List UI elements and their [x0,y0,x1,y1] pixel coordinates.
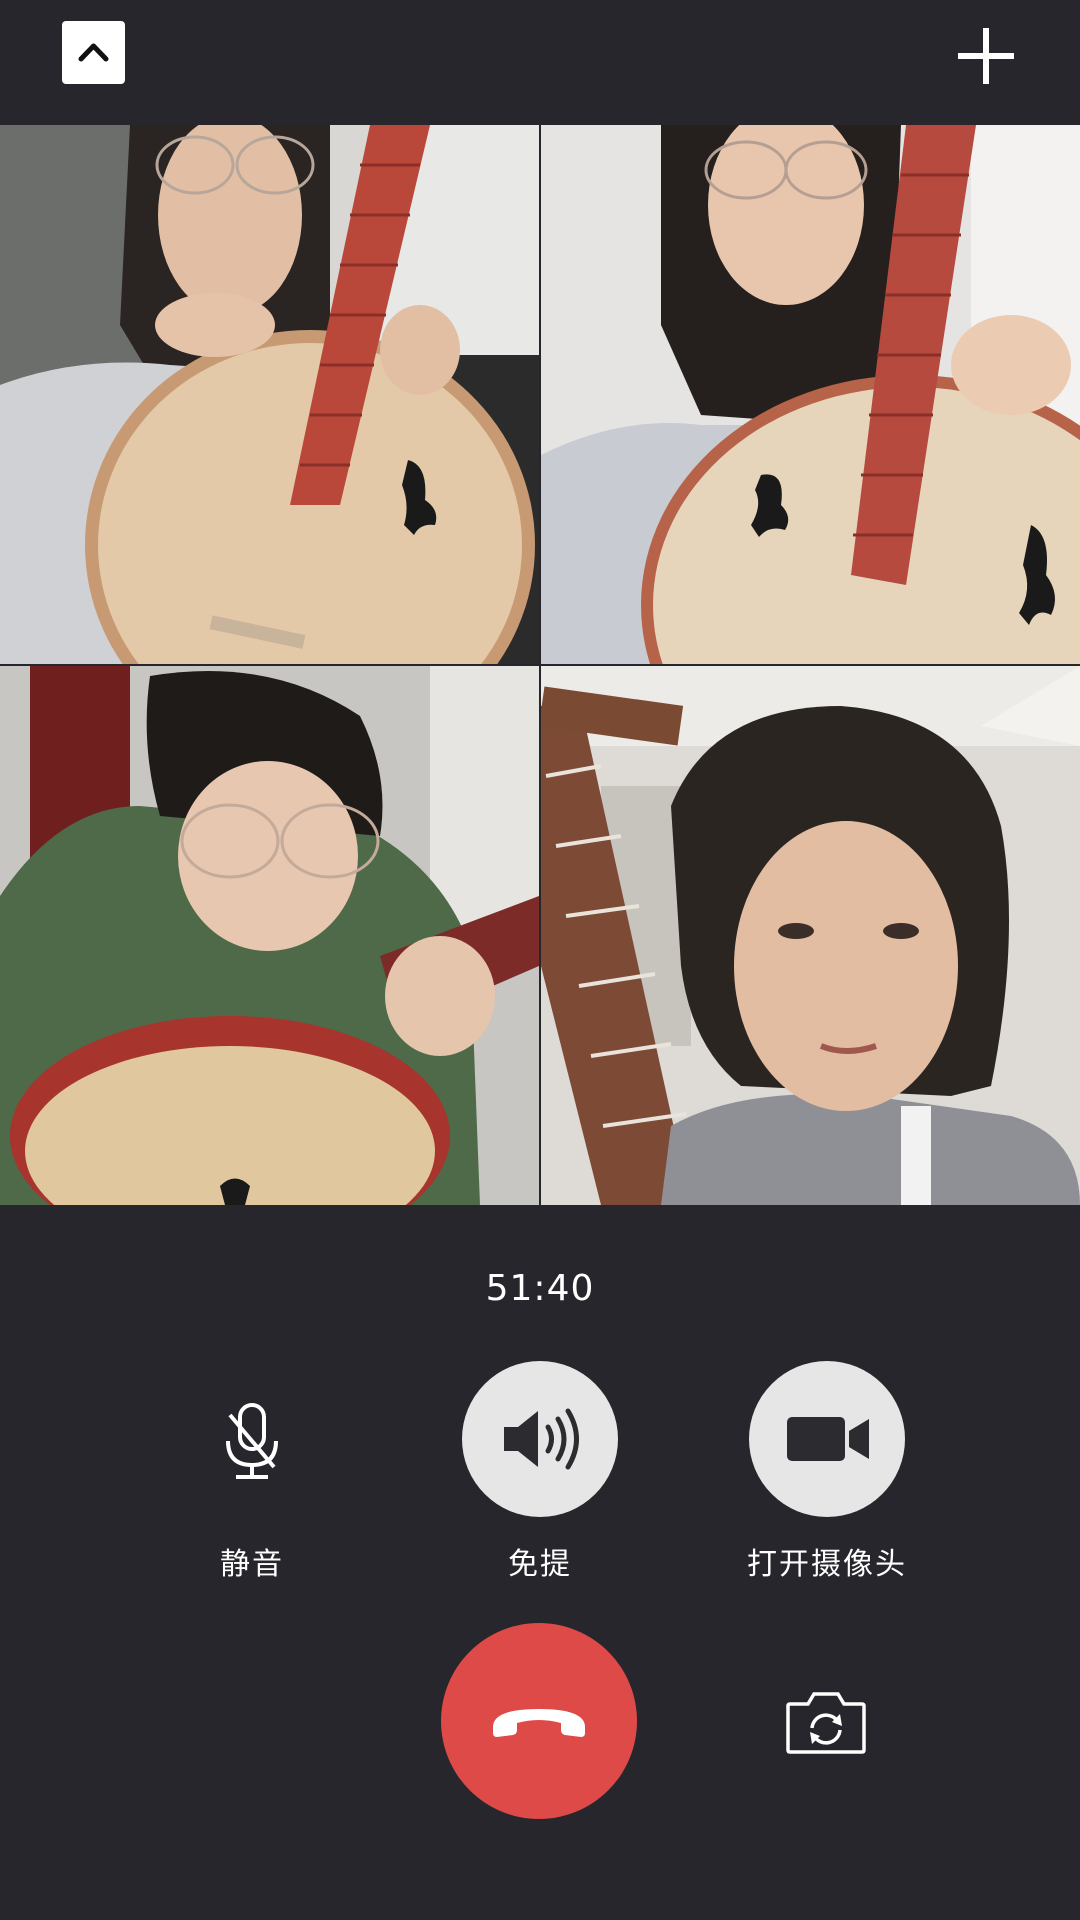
camera-button[interactable]: 打开摄像头 [717,1361,937,1583]
video-call-screen: 51:40 静音 免提 打开摄像头 [0,0,1080,1920]
top-bar [0,0,1080,125]
participant-video-image [541,125,1080,664]
camera-label: 打开摄像头 [747,1547,907,1582]
speaker-label: 免提 [508,1547,572,1582]
video-grid [0,125,1080,1205]
participant-video-image [0,666,539,1205]
add-participant-button[interactable] [952,22,1020,90]
participant-video-4[interactable] [541,666,1080,1205]
hangup-phone-icon [493,1709,585,1737]
speaker-button[interactable]: 免提 [430,1361,650,1583]
video-camera-icon [787,1417,869,1461]
plus-icon [958,28,1014,84]
participant-video-2[interactable] [541,125,1080,664]
hangup-button[interactable] [441,1623,637,1819]
mute-button[interactable]: 静音 [142,1361,362,1583]
mute-label: 静音 [220,1547,284,1582]
minimize-button[interactable] [62,21,125,84]
chevron-up-icon [78,43,109,62]
participant-video-3[interactable] [0,666,539,1205]
speaker-button-circle[interactable] [462,1361,618,1517]
camera-switch-icon [786,1692,866,1754]
speaker-icon [504,1408,579,1470]
mute-button-circle[interactable] [174,1361,330,1517]
participant-video-image [541,666,1080,1205]
microphone-muted-icon [226,1403,278,1479]
camera-button-circle[interactable] [749,1361,905,1517]
call-duration: 51:40 [485,1268,595,1309]
participant-video-image [0,125,539,664]
participant-video-1[interactable] [0,125,539,664]
switch-camera-button[interactable] [784,1686,868,1758]
